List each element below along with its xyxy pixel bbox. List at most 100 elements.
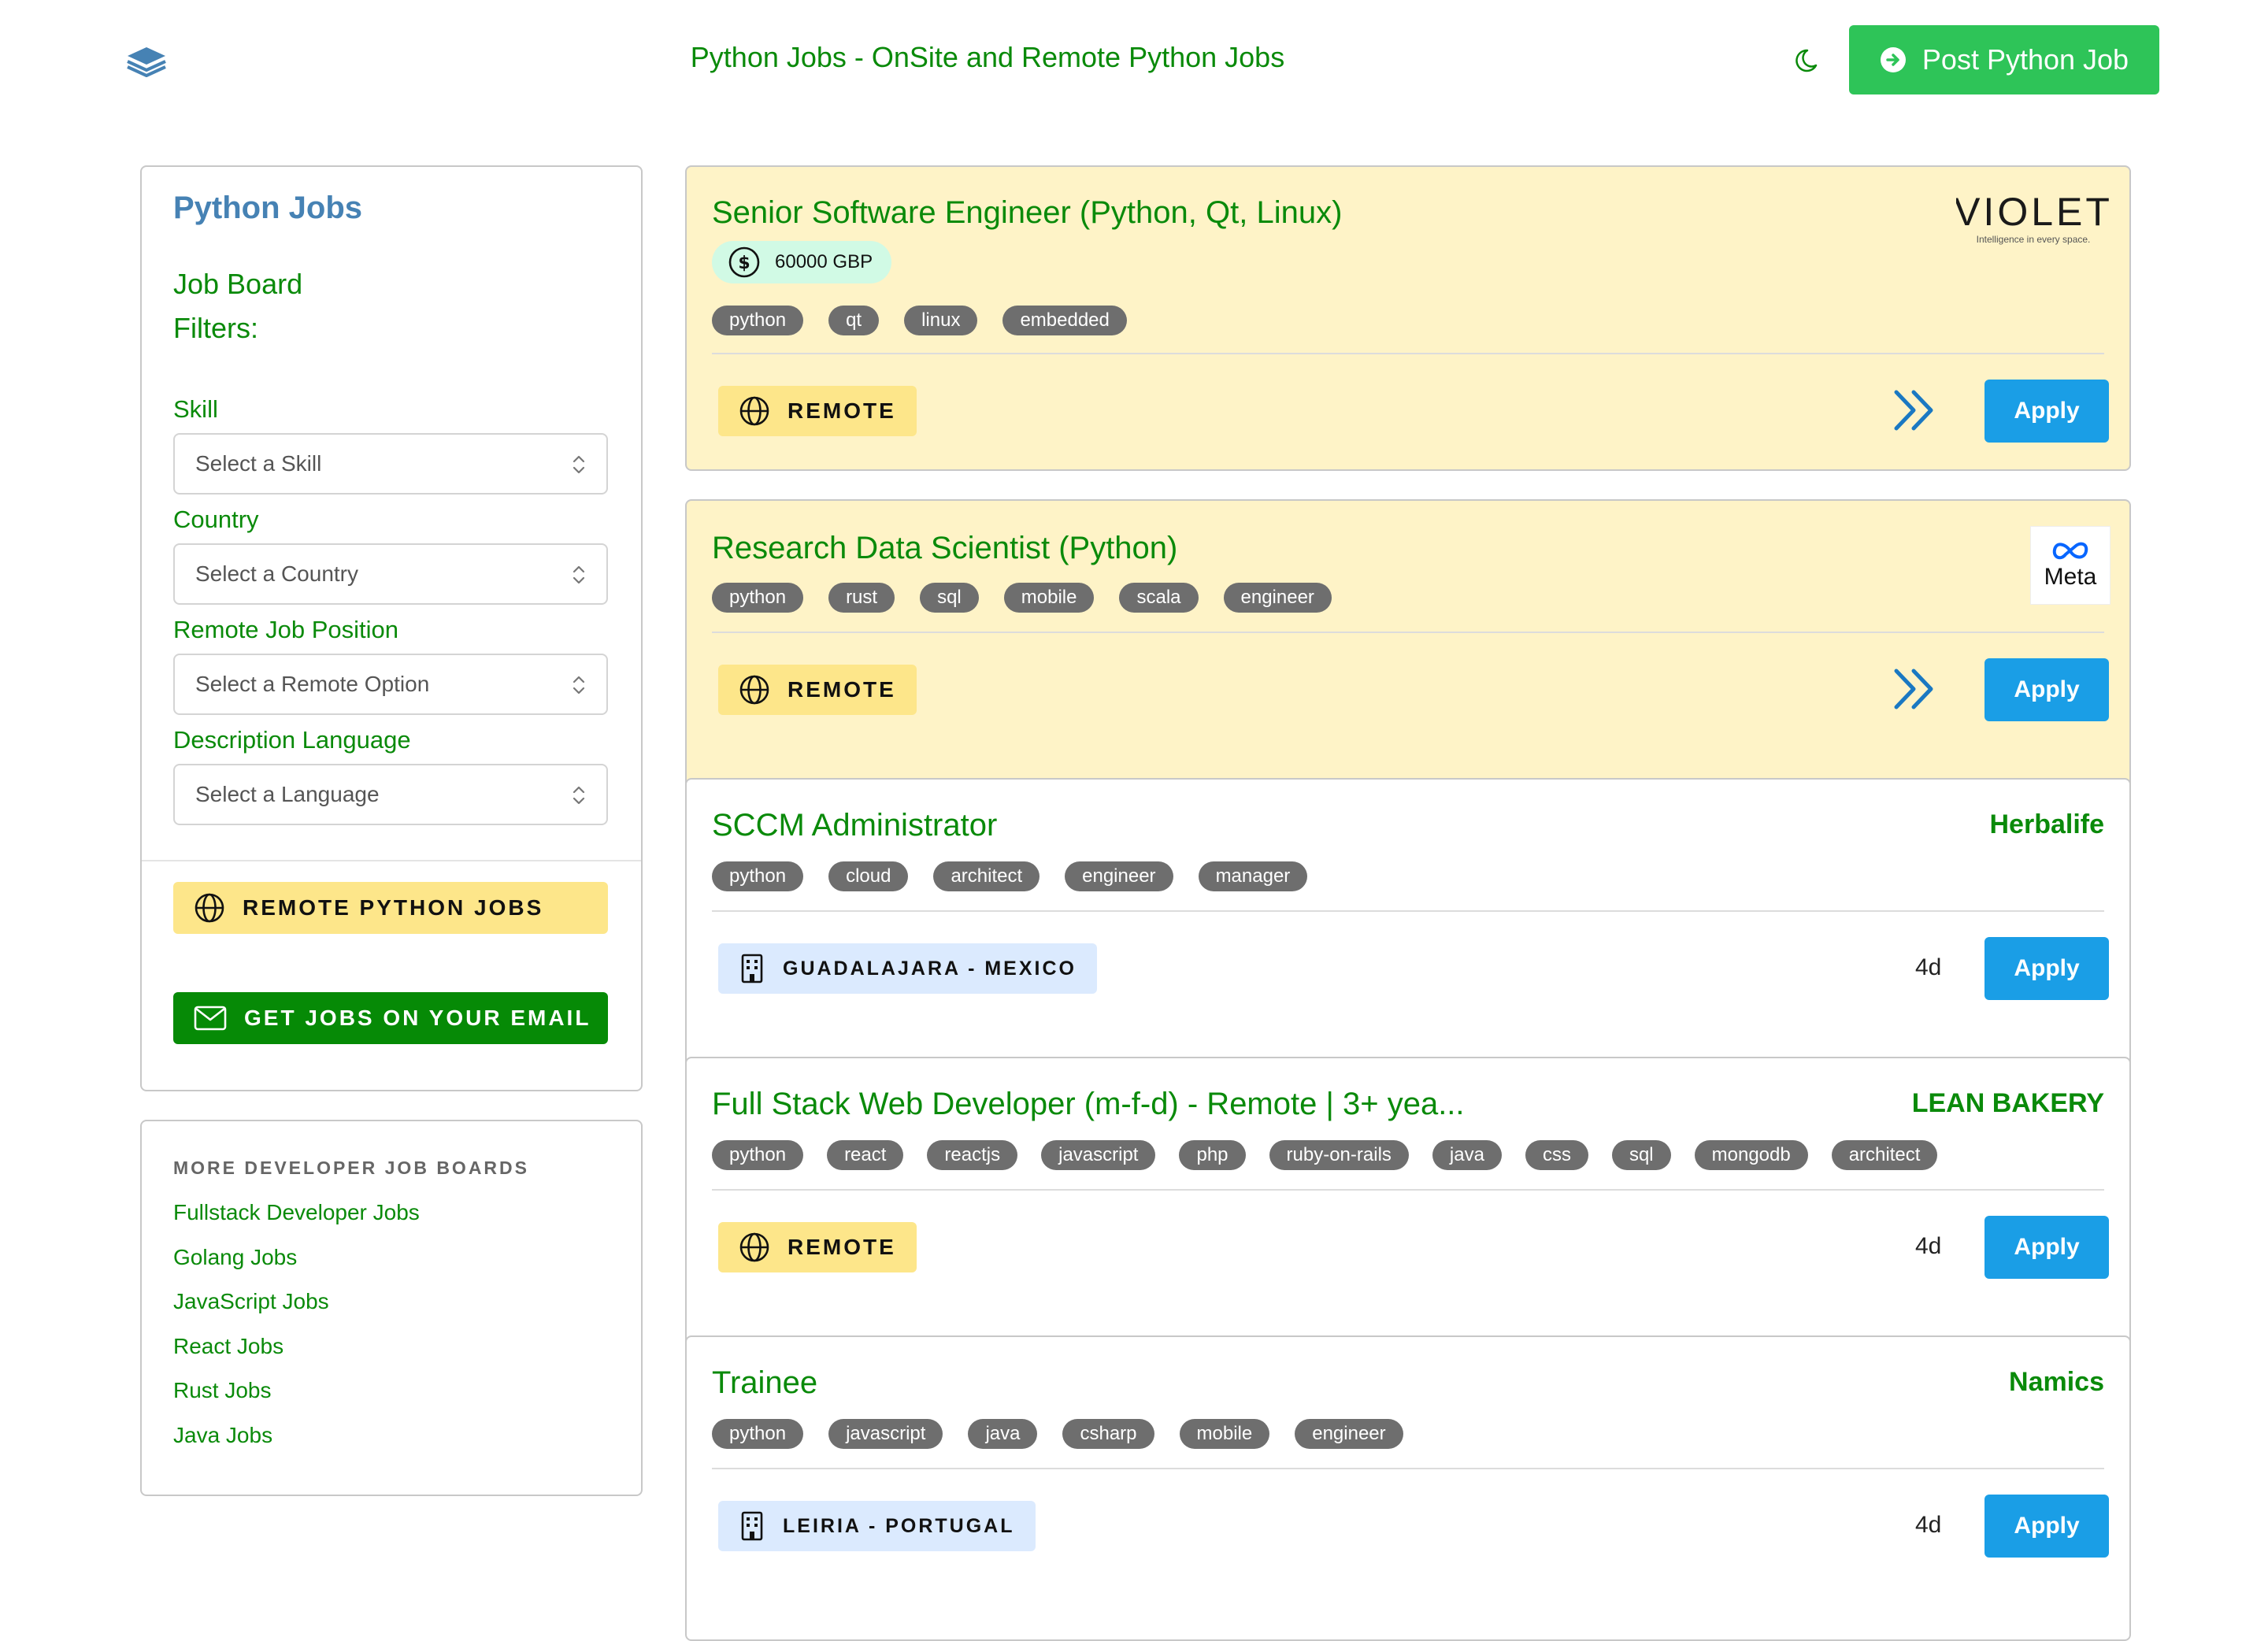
apply-button[interactable]: Apply — [1984, 937, 2109, 1000]
posted-age: 4d — [1915, 1512, 1942, 1538]
globe-icon — [739, 674, 770, 706]
tag-list: python javascript java csharp mobile eng… — [712, 1419, 1403, 1449]
country-select[interactable]: Select a Country — [173, 543, 608, 605]
tag[interactable]: python — [712, 306, 804, 335]
posted-age: 4d — [1915, 1233, 1942, 1259]
apply-button[interactable]: Apply — [1984, 1216, 2109, 1279]
select-arrows-icon — [570, 783, 587, 808]
tag[interactable]: react — [827, 1140, 904, 1170]
tag[interactable]: qt — [828, 306, 880, 335]
board-link-fullstack[interactable]: Fullstack Developer Jobs — [173, 1198, 420, 1243]
job-title[interactable]: Full Stack Web Developer (m-f-d) - Remot… — [712, 1087, 1465, 1122]
tag[interactable]: java — [968, 1419, 1038, 1449]
job-card[interactable]: Trainee Namics python javascript java cs… — [685, 1335, 2131, 1641]
company-logo-violet[interactable]: VIOLET Intelligence in every space. — [1956, 192, 2110, 247]
tag[interactable]: manager — [1198, 861, 1308, 891]
remote-option-select-value: Select a Remote Option — [195, 672, 430, 696]
remote-option-select[interactable]: Select a Remote Option — [173, 654, 608, 715]
board-link-rust[interactable]: Rust Jobs — [173, 1376, 420, 1421]
card-divider — [712, 632, 2104, 633]
tag[interactable]: architect — [933, 861, 1040, 891]
board-link-java[interactable]: Java Jobs — [173, 1421, 420, 1466]
job-card[interactable]: Senior Software Engineer (Python, Qt, Li… — [685, 165, 2131, 471]
post-job-label: Post Python Job — [1922, 43, 2129, 76]
apply-button[interactable]: Apply — [1984, 380, 2109, 443]
salary-value: 60000 GBP — [775, 251, 873, 272]
tag[interactable]: cloud — [828, 861, 909, 891]
email-jobs-button[interactable]: GET JOBS ON YOUR EMAIL — [173, 992, 608, 1044]
more-boards-heading: MORE DEVELOPER JOB BOARDS — [173, 1158, 529, 1178]
board-link-golang[interactable]: Golang Jobs — [173, 1243, 420, 1288]
header: Python Jobs - OnSite and Remote Python J… — [0, 0, 2268, 118]
tag[interactable]: csharp — [1062, 1419, 1154, 1449]
tag[interactable]: mongodb — [1694, 1140, 1808, 1170]
tag[interactable]: javascript — [828, 1419, 943, 1449]
tag[interactable]: java — [1432, 1140, 1502, 1170]
tag[interactable]: engineer — [1295, 1419, 1403, 1449]
job-card[interactable]: Research Data Scientist (Python) python … — [685, 499, 2131, 805]
more-boards-list: Fullstack Developer Jobs Golang Jobs Jav… — [173, 1198, 420, 1465]
location-badge: REMOTE — [718, 386, 917, 436]
remote-python-jobs-button[interactable]: REMOTE PYTHON JOBS — [173, 882, 608, 934]
double-chevron-right-icon[interactable] — [1890, 386, 1939, 435]
tag[interactable]: reactjs — [927, 1140, 1018, 1170]
tag-list: python rust sql mobile scala engineer — [712, 583, 1332, 613]
language-select[interactable]: Select a Language — [173, 764, 608, 825]
job-card[interactable]: Full Stack Web Developer (m-f-d) - Remot… — [685, 1057, 2131, 1362]
skill-select[interactable]: Select a Skill — [173, 433, 608, 495]
job-title[interactable]: Senior Software Engineer (Python, Qt, Li… — [712, 195, 1342, 231]
moon-icon[interactable] — [1794, 44, 1825, 76]
sidebar-title[interactable]: Python Jobs — [173, 191, 362, 226]
company-name[interactable]: Namics — [2009, 1367, 2104, 1398]
filters-card: Python Jobs Job Board Filters: Skill Sel… — [140, 165, 643, 1091]
tag[interactable]: javascript — [1041, 1140, 1156, 1170]
salary-badge: $ 60000 GBP — [712, 241, 892, 283]
apply-button[interactable]: Apply — [1984, 658, 2109, 721]
tag[interactable]: engineer — [1065, 861, 1173, 891]
board-link-javascript[interactable]: JavaScript Jobs — [173, 1287, 420, 1332]
tag[interactable]: python — [712, 861, 804, 891]
description-language-label: Description Language — [173, 726, 411, 754]
tag[interactable]: rust — [828, 583, 895, 613]
remote-python-jobs-label: REMOTE PYTHON JOBS — [243, 895, 544, 920]
company-name[interactable]: LEAN BAKERY — [1912, 1088, 2104, 1119]
tag[interactable]: sql — [1611, 1140, 1671, 1170]
envelope-icon — [194, 1005, 227, 1032]
tag[interactable]: php — [1179, 1140, 1246, 1170]
tag[interactable]: python — [712, 1419, 804, 1449]
tag-list: python qt linux embedded — [712, 306, 1127, 335]
post-job-button[interactable]: Post Python Job — [1849, 25, 2159, 94]
tag[interactable]: architect — [1831, 1140, 1938, 1170]
filters-heading: Filters: — [173, 312, 258, 344]
board-link-react[interactable]: React Jobs — [173, 1332, 420, 1377]
card-divider — [712, 910, 2104, 912]
job-title[interactable]: SCCM Administrator — [712, 808, 997, 843]
tag[interactable]: engineer — [1223, 583, 1332, 613]
select-arrows-icon — [570, 672, 587, 698]
tag[interactable]: linux — [904, 306, 978, 335]
tag[interactable]: css — [1525, 1140, 1588, 1170]
tag[interactable]: mobile — [1179, 1419, 1270, 1449]
company-name[interactable]: Herbalife — [1990, 809, 2105, 840]
tag[interactable]: mobile — [1003, 583, 1095, 613]
double-chevron-right-icon[interactable] — [1890, 665, 1939, 713]
tag[interactable]: embedded — [1002, 306, 1127, 335]
tag[interactable]: ruby-on-rails — [1269, 1140, 1409, 1170]
country-select-value: Select a Country — [195, 561, 358, 586]
location-label: GUADALAJARA - MEXICO — [783, 957, 1077, 980]
globe-icon — [739, 1232, 770, 1263]
job-title[interactable]: Research Data Scientist (Python) — [712, 531, 1177, 566]
tag[interactable]: python — [712, 583, 804, 613]
tag[interactable]: scala — [1119, 583, 1199, 613]
job-card[interactable]: SCCM Administrator Herbalife python clou… — [685, 778, 2131, 1084]
apply-button[interactable]: Apply — [1984, 1495, 2109, 1558]
company-logo-tagline: Intelligence in every space. — [1977, 234, 2091, 245]
remote-position-label: Remote Job Position — [173, 616, 399, 643]
company-logo-text: Meta — [2044, 564, 2097, 590]
company-logo-meta[interactable]: Meta — [2030, 526, 2110, 605]
building-icon — [739, 953, 765, 984]
site-title[interactable]: Python Jobs - OnSite and Remote Python J… — [0, 41, 1975, 74]
tag[interactable]: python — [712, 1140, 804, 1170]
tag[interactable]: sql — [920, 583, 979, 613]
job-title[interactable]: Trainee — [712, 1365, 817, 1401]
